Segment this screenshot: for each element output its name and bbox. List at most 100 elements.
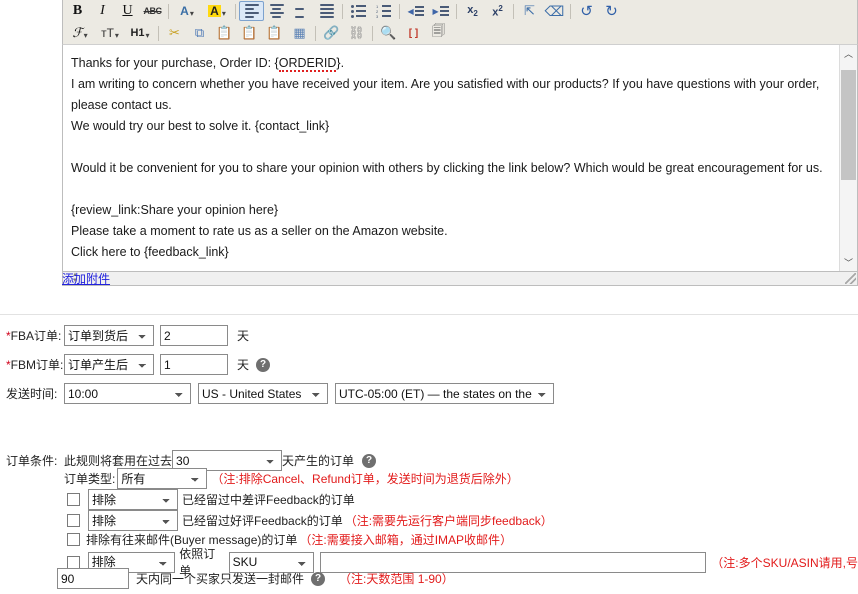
- order-type-note-open: （注:: [211, 470, 238, 487]
- align-justify-button[interactable]: [314, 1, 339, 21]
- indent-button[interactable]: ▶: [428, 1, 453, 21]
- fba-trigger-select[interactable]: 订单到货后订单产生后订单发货后: [64, 325, 154, 346]
- italic-button[interactable]: I: [90, 1, 115, 21]
- toolbar-divider: [315, 26, 316, 41]
- highlight-color-button[interactable]: A▾: [202, 1, 232, 21]
- exclude-negative-feedback-text: 已经留过中差评Feedback的订单: [182, 491, 355, 508]
- fba-order-row: *FBA订单: 订单到货后订单产生后订单发货后 天: [6, 325, 249, 346]
- editor-resize-grip[interactable]: [845, 273, 856, 284]
- strikethrough-button[interactable]: ABC: [140, 1, 165, 21]
- order-conditions-label: 订单条件:: [6, 452, 64, 469]
- eraser-icon[interactable]: ⌫: [542, 1, 567, 21]
- insert-link-icon[interactable]: 🔗: [319, 23, 344, 43]
- cut-icon[interactable]: ✂: [162, 23, 187, 43]
- positive-feedback-note: 需要先运行客户端同步feedback: [372, 512, 541, 529]
- editor-vertical-scrollbar[interactable]: ︿ ﹀: [839, 45, 857, 271]
- scroll-up-icon[interactable]: ︿: [840, 45, 857, 62]
- add-attachment-link[interactable]: 添加附件: [62, 270, 110, 287]
- email-body-line: I am writing to concern whether you have…: [71, 74, 830, 116]
- send-time-label: 发送时间:: [6, 385, 64, 402]
- copy-icon[interactable]: ⧉: [187, 23, 212, 43]
- timezone-select[interactable]: UTC-05:00 (ET) — the states on the AtlaU…: [335, 383, 554, 404]
- order-type-row: 订单类型: 所有FBAFBM （注: 排除Cancel、Refund订单，发送时…: [64, 468, 519, 489]
- align-right-button[interactable]: [289, 1, 314, 21]
- toolbar-divider: [399, 4, 400, 19]
- fba-days-input[interactable]: [160, 325, 228, 346]
- superscript-button[interactable]: x2: [485, 1, 510, 21]
- order-type-note: 排除Cancel、Refund订单，发送时间为退货后除外: [239, 470, 507, 487]
- align-left-button[interactable]: [239, 1, 264, 21]
- sku-note-open: （注:: [711, 554, 738, 571]
- align-center-button[interactable]: [264, 1, 289, 21]
- fbm-help-icon[interactable]: ?: [256, 358, 270, 372]
- order-type-label: 订单类型:: [64, 470, 115, 487]
- underline-button[interactable]: U: [115, 1, 140, 21]
- fba-days-unit: 天: [237, 327, 249, 344]
- scroll-down-icon[interactable]: ﹀: [840, 254, 857, 271]
- heading-button[interactable]: H1▾: [125, 23, 155, 43]
- frequency-days-input[interactable]: [57, 568, 129, 589]
- paste-from-word-icon[interactable]: 📋: [262, 23, 287, 43]
- frequency-row: 天内同一个买家只发送一封邮件 ? （注: 天数范围 1-90 ）: [57, 568, 454, 589]
- fbm-trigger-select[interactable]: 订单产生后订单到货后订单发货后: [64, 354, 154, 375]
- email-body-line: {review_link:Share your opinion here}: [71, 200, 830, 221]
- unlink-icon[interactable]: ⛓: [344, 23, 369, 43]
- frequency-help-icon[interactable]: ?: [311, 572, 325, 586]
- email-body-line: [71, 263, 830, 271]
- bullet-list-button[interactable]: [346, 1, 371, 21]
- order-type-note-close: ）: [507, 470, 519, 487]
- toolbar-row-formatting: B I U ABC A▾ A▾ 123: [63, 0, 857, 22]
- toolbar-divider: [235, 4, 236, 19]
- toolbar-divider: [570, 4, 571, 19]
- section-divider: [0, 314, 858, 315]
- source-code-icon[interactable]: [ ]: [401, 23, 426, 43]
- editor-content-area[interactable]: Thanks for your purchase, Order ID: {ORD…: [62, 44, 858, 272]
- preview-icon[interactable]: 🔍: [376, 23, 401, 43]
- frequency-text: 天内同一个买家只发送一封邮件: [136, 570, 304, 587]
- exclude-positive-feedback-row: 排除包含 已经留过好评Feedback的订单 （注: 需要先运行客户端同步fee…: [67, 510, 553, 531]
- fba-label: *FBA订单:: [6, 327, 64, 344]
- bold-button[interactable]: B: [65, 1, 90, 21]
- country-select[interactable]: US - United StatesUK - United KingdomDE …: [198, 383, 328, 404]
- font-family-button[interactable]: ℱ▾: [65, 23, 95, 43]
- email-body-line: Please take a moment to rate us as a sel…: [71, 221, 830, 242]
- frequency-note-open: （注:: [339, 570, 366, 587]
- redo-button[interactable]: ↻: [599, 1, 624, 21]
- exclude-positive-feedback-select[interactable]: 排除包含: [88, 510, 178, 531]
- undo-button[interactable]: ↺: [574, 1, 599, 21]
- fbm-label: *FBM订单:: [6, 356, 64, 373]
- scrollbar-thumb[interactable]: [841, 70, 856, 180]
- exclude-positive-feedback-text: 已经留过好评Feedback的订单: [182, 512, 343, 529]
- font-color-button[interactable]: A▾: [172, 1, 202, 21]
- font-size-button[interactable]: ᴛT▾: [95, 23, 125, 43]
- email-body-line: [71, 179, 830, 200]
- paste-as-text-icon[interactable]: 📋: [237, 23, 262, 43]
- exclude-negative-feedback-select[interactable]: 排除包含: [88, 489, 178, 510]
- order-type-select[interactable]: 所有FBAFBM: [117, 468, 207, 489]
- editor-toolbar: B I U ABC A▾ A▾ 123: [62, 0, 858, 44]
- editor-horizontal-scrollbar[interactable]: ▴▾: [62, 272, 858, 286]
- fbm-days-input[interactable]: [160, 354, 228, 375]
- exclude-negative-feedback-row: 排除包含 已经留过中差评Feedback的订单: [67, 489, 355, 510]
- send-time-select[interactable]: 10:0009:0011:0012:00: [64, 383, 191, 404]
- email-body-line: Click here to {feedback_link}: [71, 242, 830, 263]
- numbered-list-button[interactable]: 123: [371, 1, 396, 21]
- sku-filter-checkbox[interactable]: [67, 556, 80, 569]
- past-days-suffix: 天产生的订单: [282, 452, 354, 469]
- exclude-negative-feedback-checkbox[interactable]: [67, 493, 80, 506]
- email-body-line: We would try our best to solve it. {cont…: [71, 116, 830, 137]
- positive-feedback-note-open: （注:: [345, 512, 372, 529]
- past-days-help-icon[interactable]: ?: [362, 454, 376, 468]
- outdent-button[interactable]: ◀: [403, 1, 428, 21]
- insert-table-icon[interactable]: ▦: [287, 23, 312, 43]
- frequency-note-close: ）: [442, 570, 454, 587]
- exclude-positive-feedback-checkbox[interactable]: [67, 514, 80, 527]
- subscript-button[interactable]: x2: [460, 1, 485, 21]
- email-body-line: Thanks for your purchase, Order ID: {ORD…: [71, 53, 830, 74]
- spellcheck-error: ORDERID: [279, 56, 337, 72]
- template-icon[interactable]: 🗐: [426, 23, 451, 43]
- select-cursor-icon[interactable]: ⇱: [517, 1, 542, 21]
- email-body-text[interactable]: Thanks for your purchase, Order ID: {ORD…: [63, 45, 840, 271]
- toolbar-divider: [372, 26, 373, 41]
- paste-icon[interactable]: 📋: [212, 23, 237, 43]
